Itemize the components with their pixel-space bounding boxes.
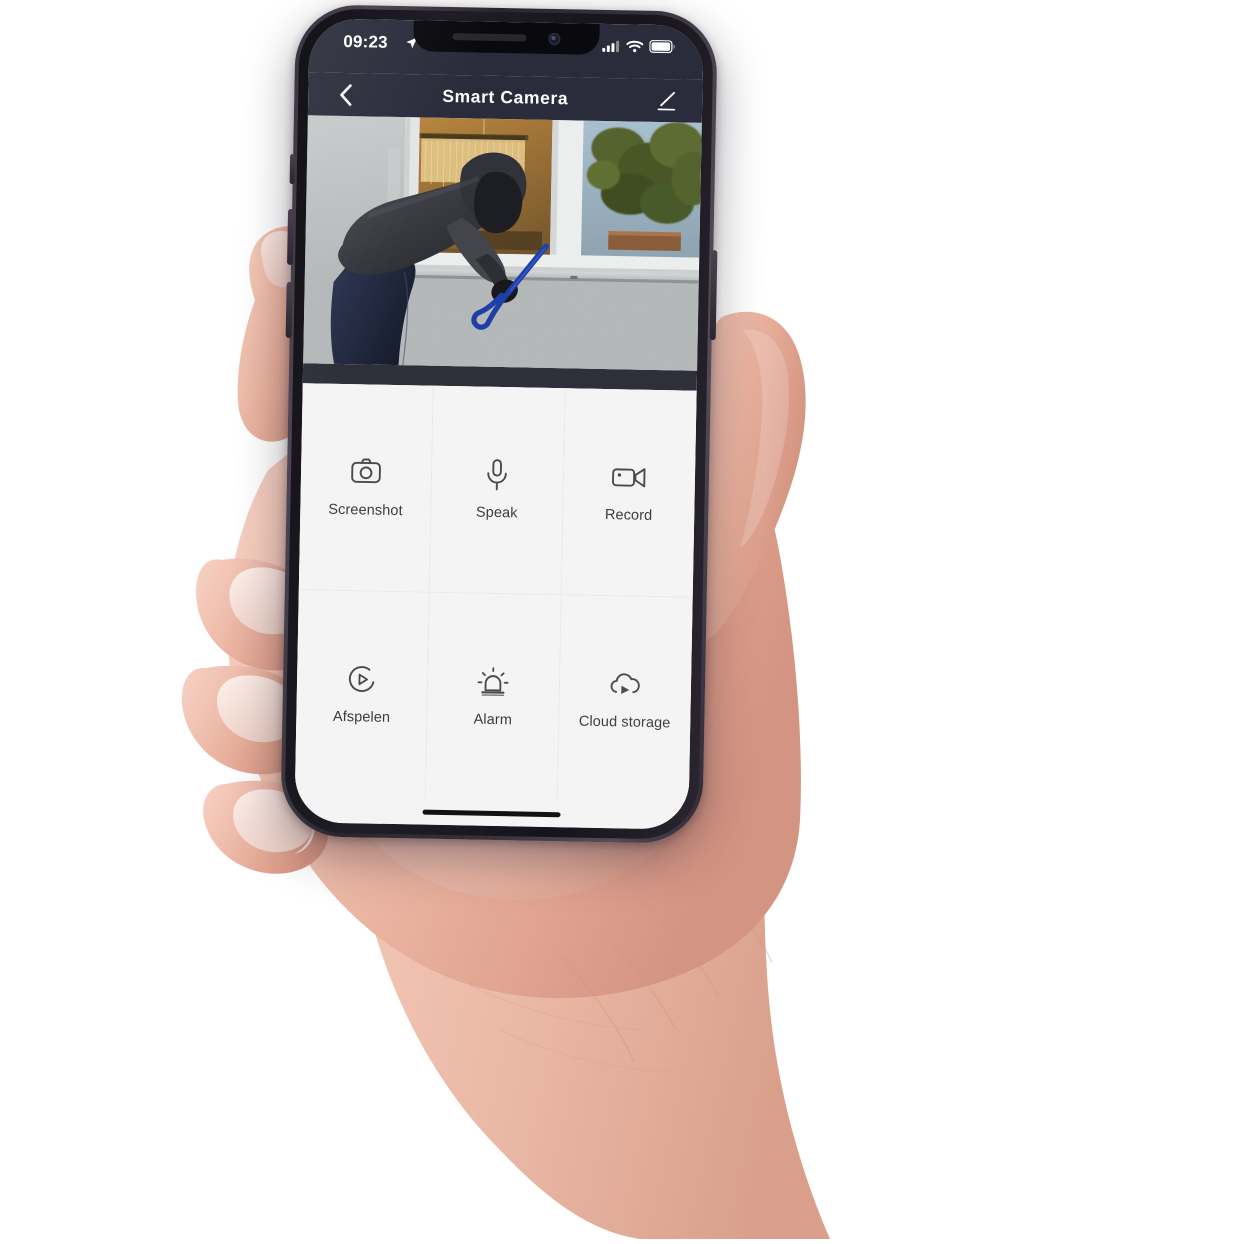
battery-icon	[649, 39, 675, 54]
control-label: Record	[604, 507, 653, 525]
chevron-left-icon	[339, 83, 352, 106]
cloud-play-icon	[608, 667, 643, 702]
home-indicator-bar[interactable]	[422, 809, 561, 817]
camera-controls-grid: Screenshot Speak Record Afspelen Alarm C…	[294, 383, 697, 804]
control-speak[interactable]: Speak	[430, 385, 566, 595]
control-screenshot[interactable]: Screenshot	[298, 383, 435, 593]
status-bar-indicators	[602, 39, 675, 54]
status-bar: 09:23	[308, 18, 704, 80]
wifi-icon	[626, 40, 644, 52]
edit-button[interactable]	[652, 86, 681, 115]
page-title: Smart Camera	[442, 85, 569, 109]
control-label: Afspelen	[332, 709, 391, 727]
control-label: Alarm	[473, 711, 513, 729]
phone-device: 09:23 Smart Camera Screenshot Speak Reco…	[280, 4, 718, 844]
volume-up-button[interactable]	[287, 208, 295, 266]
control-label: Screenshot	[328, 501, 403, 520]
silent-switch-button[interactable]	[289, 153, 296, 185]
video-frame-image	[303, 115, 702, 371]
status-bar-time: 09:23	[343, 31, 388, 52]
app-nav-bar: Smart Camera	[307, 72, 703, 123]
control-afspelen[interactable]: Afspelen	[294, 589, 431, 799]
phone-screen: 09:23 Smart Camera Screenshot Speak Reco…	[294, 18, 704, 830]
live-video-feed[interactable]	[303, 115, 702, 371]
pencil-edit-icon	[657, 91, 676, 111]
back-button[interactable]	[330, 79, 361, 110]
playback-circle-icon	[345, 662, 380, 697]
control-cloud-storage[interactable]: Cloud storage	[557, 594, 693, 804]
volume-down-button[interactable]	[285, 281, 293, 339]
display-notch	[413, 20, 600, 55]
siren-alarm-icon	[476, 665, 511, 700]
control-label: Cloud storage	[578, 713, 671, 732]
video-camera-icon	[612, 460, 647, 495]
cellular-signal-icon	[602, 40, 620, 52]
control-alarm[interactable]: Alarm	[426, 592, 562, 802]
microphone-icon	[480, 458, 515, 493]
control-record[interactable]: Record	[561, 388, 697, 598]
camera-icon	[349, 455, 384, 490]
front-camera-icon	[548, 32, 561, 45]
earpiece-speaker-icon	[452, 33, 527, 42]
control-label: Speak	[475, 504, 518, 522]
